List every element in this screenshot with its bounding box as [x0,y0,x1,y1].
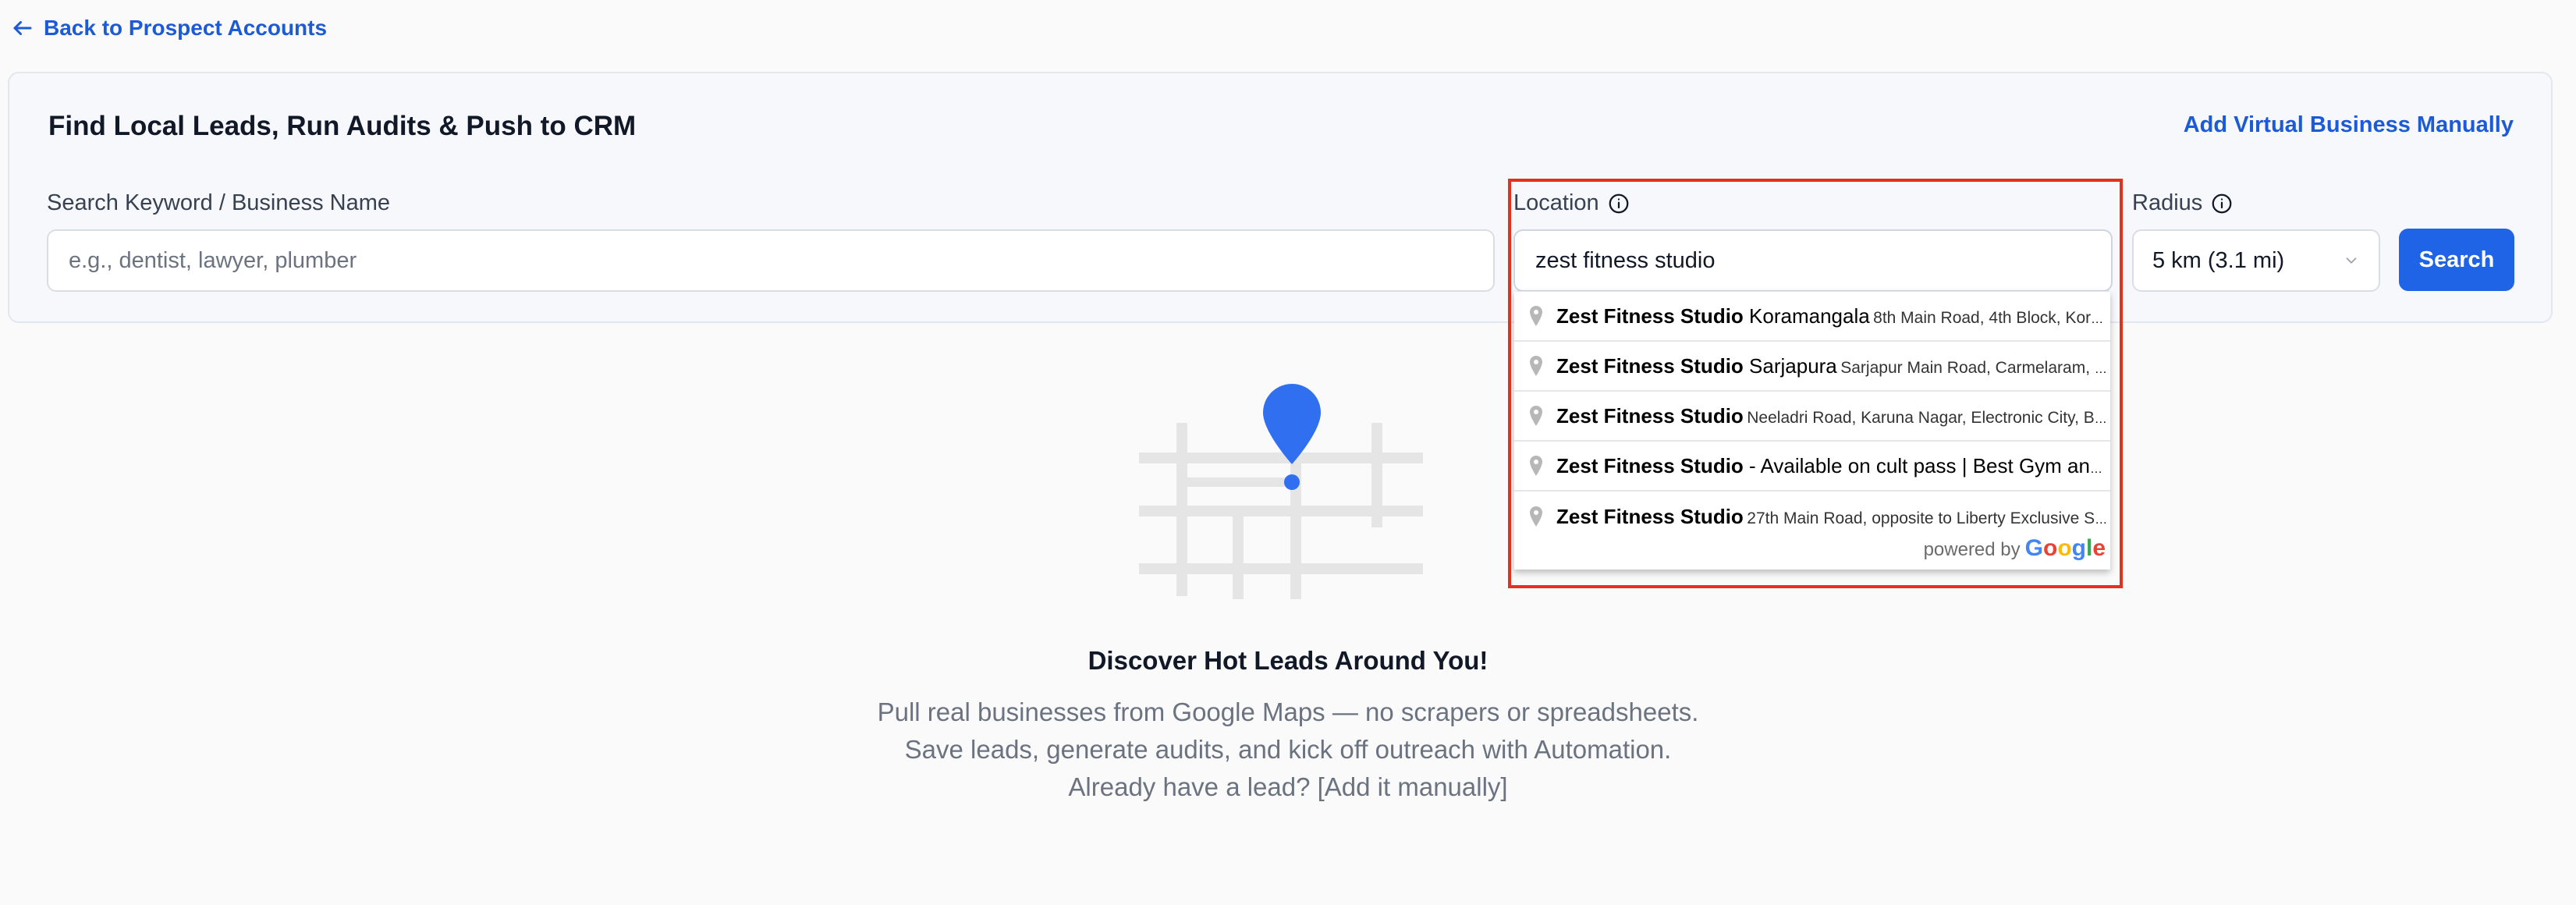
radius-label-text: Radius [2132,190,2203,215]
map-pin-icon [1530,306,1542,326]
autocomplete-item[interactable]: Zest Fitness Studio 27th Main Road, oppo… [1514,492,2110,541]
location-label: Location [1513,190,1630,216]
suggestion-match: Zest Fitness Studio [1556,403,1744,428]
arrow-left-icon [13,21,32,35]
map-pin-icon [1530,356,1542,376]
empty-state-line: Pull real businesses from Google Maps — … [877,697,1699,726]
suggestion-match: Zest Fitness Studio [1556,353,1744,378]
suggestion-address: 8th Main Road, 4th Block, Koramangala, B… [1873,308,2110,327]
keyword-label: Search Keyword / Business Name [47,190,390,216]
empty-state-line: Save leads, generate audits, and kick of… [904,735,1672,764]
powered-by-google: powered by Google [1924,535,2106,562]
info-icon[interactable] [2210,192,2234,215]
suggestion-address: Neeladri Road, Karuna Nagar, Electronic … [1747,408,2110,427]
suggestion-match: Zest Fitness Studio [1556,303,1744,328]
empty-state-title: Discover Hot Leads Around You! [1088,646,1488,675]
suggestion-address: 27th Main Road, opposite to Liberty Excl… [1747,509,2110,527]
map-pin-icon [1530,456,1542,476]
add-virtual-business-link[interactable]: Add Virtual Business Manually [2184,112,2514,138]
search-button-label: Search [2418,247,2495,272]
chevron-down-icon [2346,257,2357,264]
autocomplete-item[interactable]: Zest Fitness Studio Neeladri Road, Karun… [1514,392,2110,442]
info-icon[interactable] [1607,192,1630,215]
search-button[interactable]: Search [2399,229,2514,291]
suggestion-suffix: Sarjapura [1743,353,1837,378]
powered-by-text: powered by [1923,539,2021,560]
autocomplete-item[interactable]: Zest Fitness Studio - Available on cult … [1514,442,2110,492]
location-input[interactable] [1513,229,2113,292]
map-pin-illustration-icon [1139,384,1423,599]
suggestion-suffix: - Available on cult pass | Best Gym and … [1749,453,2110,477]
autocomplete-item[interactable]: Zest Fitness Studio Sarjapura Sarjapur M… [1514,342,2110,392]
location-autocomplete-dropdown: Zest Fitness Studio Koramangala 8th Main… [1514,291,2110,570]
suggestion-suffix: Koramangala [1743,303,1870,328]
radius-select[interactable]: 5 km (3.1 mi) [2132,229,2380,292]
card-title: Find Local Leads, Run Audits & Push to C… [48,111,637,141]
map-pin-icon [1530,506,1542,527]
suggestion-match: Zest Fitness Studio [1556,453,1744,477]
keyword-input[interactable] [47,229,1495,292]
back-to-prospect-accounts-link[interactable]: Back to Prospect Accounts [11,16,327,41]
map-pin-icon [1530,406,1542,426]
keyword-label-text: Search Keyword / Business Name [47,190,391,215]
google-logo: Google [2024,535,2106,561]
autocomplete-item[interactable]: Zest Fitness Studio Koramangala 8th Main… [1514,292,2110,342]
add-manually-prompt[interactable]: Already have a lead? [Add it manually] [0,772,2576,802]
suggestion-address: Sarjapur Main Road, Carmelaram, Bengalur… [1840,358,2110,377]
back-link-label: Back to Prospect Accounts [44,16,328,40]
radius-selected-value: 5 km (3.1 mi) [2152,247,2285,273]
suggestion-match: Zest Fitness Studio [1556,504,1744,528]
location-label-text: Location [1513,190,1599,215]
radius-label: Radius [2132,190,2234,216]
